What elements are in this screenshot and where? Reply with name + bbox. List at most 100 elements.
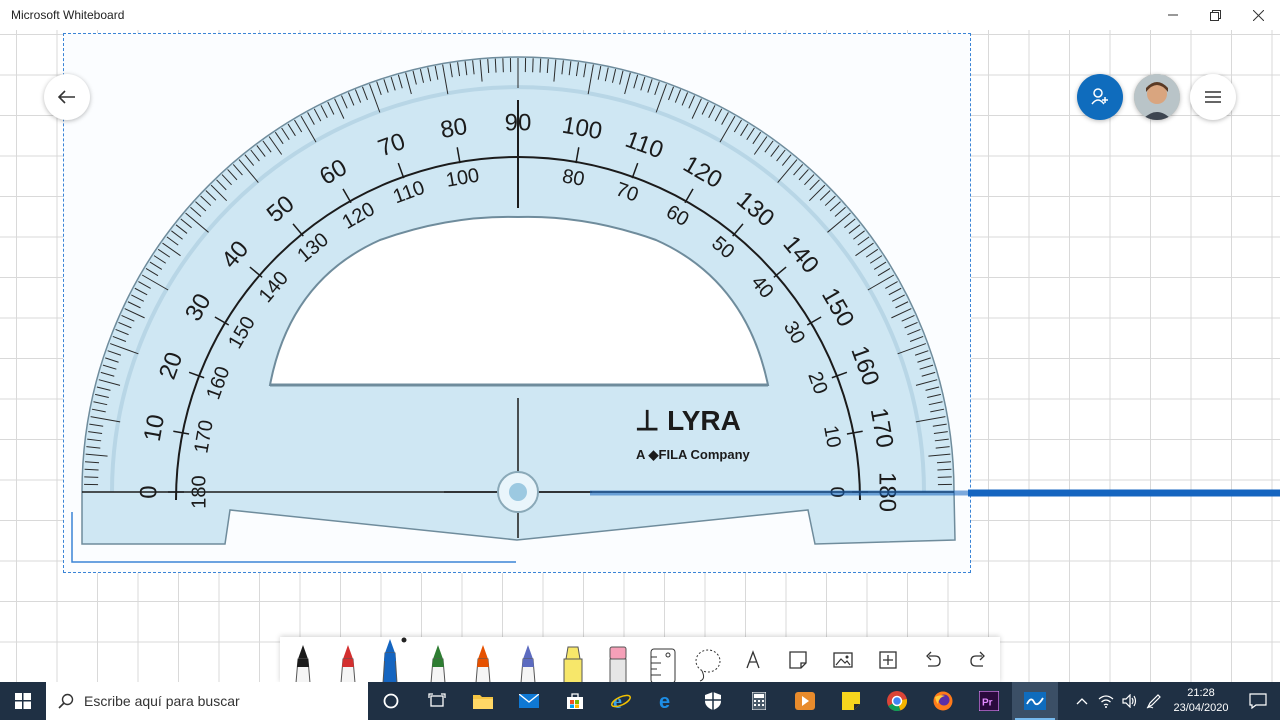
note-button[interactable]	[775, 637, 820, 683]
calculator-button[interactable]	[736, 682, 782, 720]
lasso-icon	[695, 649, 720, 682]
restore-button[interactable]	[1194, 0, 1237, 30]
green-pen-tool[interactable]	[415, 637, 460, 683]
ink-toolbar	[280, 637, 1000, 683]
brand-logo: ⊥ LYRA	[635, 405, 741, 436]
premiere-button[interactable]: Pr	[966, 682, 1012, 720]
insert-icon	[878, 651, 897, 669]
minimize-button[interactable]	[1151, 0, 1194, 30]
taskbar-search-box[interactable]: Escribe aquí para buscar	[46, 682, 368, 720]
pen-workspace-button[interactable]	[1142, 682, 1166, 720]
person-add-icon	[1091, 88, 1108, 105]
search-placeholder: Escribe aquí para buscar	[84, 693, 240, 709]
chrome-button[interactable]	[874, 682, 920, 720]
start-button[interactable]	[0, 682, 46, 720]
svg-text:e: e	[659, 691, 670, 711]
brand-subtitle: A ◆FILA Company	[636, 447, 751, 462]
menu-button[interactable]	[1190, 74, 1236, 120]
system-tray: 21:28 23/04/2020	[1070, 682, 1280, 720]
store-button[interactable]	[552, 682, 598, 720]
store-bag-icon	[567, 693, 583, 709]
avatar[interactable]	[1134, 74, 1180, 120]
eraser-tool[interactable]	[595, 637, 640, 683]
close-icon	[1253, 9, 1264, 21]
internet-explorer-icon: e	[611, 691, 631, 711]
pen-workspace-icon	[1146, 694, 1161, 709]
black-pen-tool[interactable]	[280, 637, 325, 683]
protractor-label: 10	[139, 412, 170, 443]
arrow-left-icon	[58, 90, 75, 104]
galaxy-pen-tool[interactable]	[505, 637, 550, 683]
video-editor-button[interactable]	[782, 682, 828, 720]
clock-date: 23/04/2020	[1173, 702, 1229, 714]
title-bar: Microsoft Whiteboard	[0, 0, 1280, 30]
mail-button[interactable]	[506, 682, 552, 720]
user-photo-icon	[1134, 74, 1180, 120]
clock-time: 21:28	[1187, 687, 1215, 699]
mail-icon	[519, 694, 539, 708]
protractor-label: 80	[438, 113, 469, 144]
red-pen-icon	[339, 645, 356, 683]
insert-button[interactable]	[865, 637, 910, 683]
chevron-up-icon	[1076, 698, 1088, 705]
chrome-icon	[887, 691, 907, 711]
sticky-notes-button[interactable]	[828, 682, 874, 720]
invite-button[interactable]	[1077, 74, 1123, 120]
text-icon	[745, 650, 760, 669]
task-view-icon	[428, 693, 446, 707]
hamburger-menu-icon	[1205, 91, 1221, 103]
protractor-label: 80	[560, 165, 586, 191]
redo-button[interactable]	[955, 637, 1000, 683]
undo-button[interactable]	[910, 637, 955, 683]
system-clock[interactable]: 21:28 23/04/2020	[1166, 686, 1236, 716]
network-button[interactable]	[1094, 682, 1118, 720]
eraser-icon	[609, 646, 626, 683]
task-view-button[interactable]	[414, 682, 460, 720]
text-button[interactable]	[730, 637, 775, 683]
speaker-icon	[1122, 694, 1137, 708]
minimize-icon	[1167, 14, 1178, 16]
ruler-icon	[650, 648, 675, 683]
lasso-tool[interactable]	[685, 637, 730, 683]
ruler-tool[interactable]	[640, 637, 685, 683]
video-play-icon	[795, 692, 815, 710]
undo-icon	[925, 651, 941, 667]
blue-pen-icon	[381, 639, 398, 683]
rainbow-pen-icon	[474, 645, 491, 683]
wifi-icon	[1098, 695, 1114, 708]
search-icon	[58, 693, 74, 709]
back-button[interactable]	[44, 74, 90, 120]
whiteboard-taskbar-button[interactable]	[1012, 682, 1058, 720]
protractor-image[interactable]: 010203040506070 80 90 100 110120130140150160…	[0, 30, 1280, 682]
green-pen-icon	[429, 645, 446, 683]
internet-explorer-button[interactable]: e	[598, 682, 644, 720]
action-center-button[interactable]	[1236, 682, 1280, 720]
windows-taskbar: Escribe aquí para buscar e e Pr 21:28 23…	[0, 682, 1280, 720]
galaxy-pen-icon	[519, 645, 536, 683]
red-pen-tool[interactable]	[325, 637, 370, 683]
cortana-circle-icon	[383, 693, 399, 709]
note-icon	[788, 651, 807, 669]
shield-icon	[705, 692, 721, 710]
volume-button[interactable]	[1118, 682, 1142, 720]
firefox-button[interactable]	[920, 682, 966, 720]
black-pen-icon	[294, 645, 311, 683]
cortana-button[interactable]	[368, 682, 414, 720]
edge-button[interactable]: e	[644, 682, 690, 720]
restore-icon	[1210, 9, 1221, 21]
rainbow-pen-tool[interactable]	[460, 637, 505, 683]
close-button[interactable]	[1237, 0, 1280, 30]
image-button[interactable]	[820, 637, 865, 683]
calculator-icon	[752, 692, 766, 710]
highlighter-tool[interactable]	[550, 637, 595, 683]
windows-logo-icon	[15, 693, 31, 709]
redo-icon	[969, 651, 985, 667]
security-button[interactable]	[690, 682, 736, 720]
whiteboard-app-icon	[1024, 692, 1046, 710]
show-hidden-icons-button[interactable]	[1070, 682, 1094, 720]
svg-text:Pr: Pr	[982, 698, 993, 709]
blue-pen-tool[interactable]	[370, 637, 415, 683]
file-explorer-button[interactable]	[460, 682, 506, 720]
whiteboard-canvas[interactable]: 0 10 20 30 40 50 60 70 80 90 100 110 120 130 140 150 160…	[0, 30, 1280, 682]
firefox-icon	[933, 691, 953, 711]
